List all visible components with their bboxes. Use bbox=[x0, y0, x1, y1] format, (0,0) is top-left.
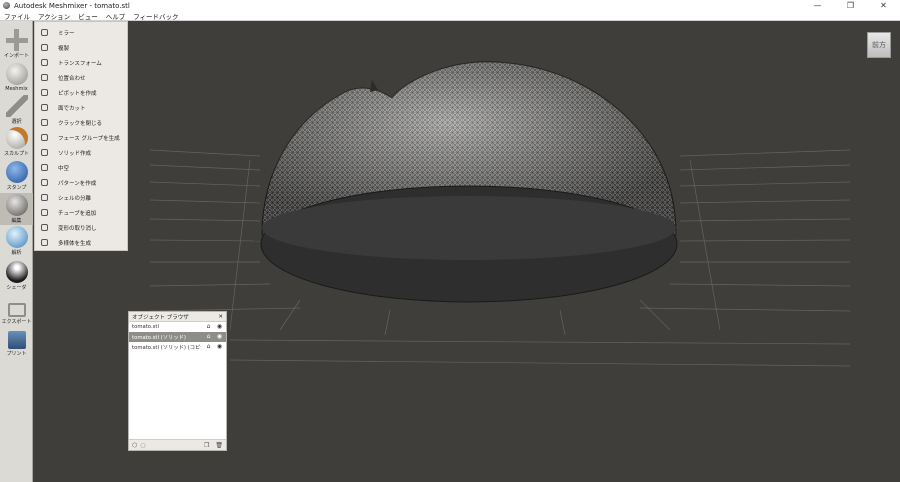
meshmix-label: Meshmix bbox=[5, 86, 28, 92]
menu-item-close-cracks[interactable]: クラックを閉じる bbox=[35, 115, 129, 130]
object-name: tomato.stl (ソリッド) bbox=[132, 335, 186, 341]
mirror-icon bbox=[41, 29, 48, 36]
object-row[interactable]: tomato.stl ⌂ ◉ bbox=[129, 322, 226, 332]
shader-sphere-icon bbox=[5, 261, 28, 283]
menu-actions[interactable]: アクション bbox=[34, 11, 74, 21]
analysis-sphere-icon bbox=[5, 226, 28, 248]
export-icon bbox=[7, 303, 26, 317]
add-tube-icon bbox=[41, 209, 48, 216]
eye-icon[interactable]: ◉ bbox=[216, 324, 223, 330]
menu-item-mirror[interactable]: ミラー bbox=[35, 25, 129, 40]
pivot-icon bbox=[41, 89, 48, 96]
menu-item-create-pivot[interactable]: ピボットを作成 bbox=[35, 85, 129, 100]
meshmixer-window: Autodesk Meshmixer - tomato.stl — ❐ ✕ ファ… bbox=[0, 0, 900, 482]
edit-label: 編集 bbox=[11, 218, 22, 224]
app-logo-icon bbox=[3, 2, 10, 9]
export-label: エクスポート bbox=[1, 319, 32, 325]
object-browser-footer: ⬡ ◌ ❐ 🗑 bbox=[129, 439, 226, 450]
close-cracks-icon bbox=[41, 119, 48, 126]
menu-item-make-pattern[interactable]: パターンを作成 bbox=[35, 175, 129, 190]
align-icon bbox=[41, 74, 48, 81]
hollow-icon bbox=[41, 164, 48, 171]
printer-icon bbox=[7, 331, 26, 349]
meshmix-sphere-icon bbox=[5, 63, 28, 85]
title-bar: Autodesk Meshmixer - tomato.stl — ❐ ✕ bbox=[0, 0, 900, 11]
object-browser-title: オブジェクト ブラウザ bbox=[132, 314, 189, 321]
maximize-button[interactable]: ❐ bbox=[834, 0, 867, 11]
print-label: プリント bbox=[6, 351, 27, 357]
select-tool[interactable]: 選択 bbox=[0, 95, 33, 125]
separate-shells-icon bbox=[41, 194, 48, 201]
print-tool[interactable]: プリント bbox=[0, 331, 33, 357]
menu-item-plane-cut[interactable]: 面でカット bbox=[35, 100, 129, 115]
object-browser-panel: オブジェクト ブラウザ ✕ tomato.stl ⌂ ◉ tomato.stl … bbox=[128, 311, 227, 451]
stamp-icon bbox=[5, 161, 28, 183]
menu-bar: ファイル アクション ビュー ヘルプ フィードバック bbox=[0, 11, 900, 21]
analysis-tool[interactable]: 解析 bbox=[0, 226, 33, 256]
select-label: 選択 bbox=[11, 119, 22, 125]
stamp-label: スタンプ bbox=[6, 185, 27, 191]
menu-feedback[interactable]: フィードバック bbox=[129, 11, 182, 21]
menu-item-hollow[interactable]: 中空 bbox=[35, 160, 129, 175]
menu-view[interactable]: ビュー bbox=[74, 11, 102, 21]
object-name: tomato.stl bbox=[132, 324, 159, 330]
left-toolbar: インポート Meshmix 選択 スカルプト スタンプ 編集 解析 シェーダ エ… bbox=[0, 21, 33, 482]
import-tool[interactable]: インポート bbox=[0, 29, 33, 59]
edit-tool[interactable]: 編集 bbox=[0, 193, 33, 225]
tomato-mesh[interactable] bbox=[260, 61, 678, 303]
export-tool[interactable]: エクスポート bbox=[0, 299, 33, 325]
menu-help[interactable]: ヘルプ bbox=[102, 11, 130, 21]
plane-cut-icon bbox=[41, 104, 48, 111]
pattern-icon bbox=[41, 179, 48, 186]
close-button[interactable]: ✕ bbox=[867, 0, 900, 11]
duplicate-icon bbox=[41, 44, 48, 51]
transform-icon bbox=[41, 59, 48, 66]
trash-icon[interactable]: 🗑 bbox=[215, 442, 223, 449]
brush-icon bbox=[5, 127, 28, 149]
minimize-button[interactable]: — bbox=[801, 0, 834, 11]
arrow-cursor-icon bbox=[5, 95, 28, 117]
import-label: インポート bbox=[3, 53, 29, 59]
refresh-icon[interactable]: ◌ bbox=[140, 442, 145, 449]
object-browser-header: オブジェクト ブラウザ ✕ bbox=[129, 312, 226, 322]
stamp-tool[interactable]: スタンプ bbox=[0, 161, 33, 191]
manifold-icon bbox=[41, 239, 48, 246]
make-solid-icon bbox=[41, 149, 48, 156]
menu-item-replace[interactable]: 変形の取り消し bbox=[35, 220, 129, 235]
lock-icon[interactable]: ⌂ bbox=[205, 344, 212, 350]
object-row[interactable]: tomato.stl (ソリッド) ⌂ ◉ bbox=[129, 332, 226, 342]
object-browser-close-button[interactable]: ✕ bbox=[218, 314, 223, 320]
eye-icon[interactable]: ◉ bbox=[216, 344, 223, 350]
edit-menu-panel: ミラー 複製 トランスフォーム 位置合わせ ピボットを作成 面でカット クラック… bbox=[34, 21, 128, 251]
view-cube[interactable]: 前方 bbox=[867, 32, 891, 58]
edit-sphere-icon bbox=[5, 194, 28, 216]
analysis-label: 解析 bbox=[11, 250, 22, 256]
plus-icon bbox=[5, 29, 28, 51]
3d-viewport[interactable] bbox=[128, 21, 900, 482]
menu-item-add-tube[interactable]: チューブを追加 bbox=[35, 205, 129, 220]
meshmix-tool[interactable]: Meshmix bbox=[0, 63, 33, 92]
menu-item-generate-manifold[interactable]: 多様体を生成 bbox=[35, 235, 129, 250]
eye-icon[interactable]: ◉ bbox=[216, 334, 223, 340]
menu-file[interactable]: ファイル bbox=[0, 11, 34, 21]
window-title: Autodesk Meshmixer - tomato.stl bbox=[14, 1, 130, 10]
menu-item-transform[interactable]: トランスフォーム bbox=[35, 55, 129, 70]
menu-item-separate-shells[interactable]: シェルの分離 bbox=[35, 190, 129, 205]
shaders-tool[interactable]: シェーダ bbox=[0, 261, 33, 291]
menu-item-duplicate[interactable]: 複製 bbox=[35, 40, 129, 55]
object-row[interactable]: tomato.stl (ソリッド) (コピー) ⌂ ◉ bbox=[129, 342, 226, 352]
menu-item-align[interactable]: 位置合わせ bbox=[35, 70, 129, 85]
lock-icon[interactable]: ⌂ bbox=[205, 324, 212, 330]
replace-icon bbox=[41, 224, 48, 231]
menu-item-face-groups[interactable]: フェース グループを生成 bbox=[35, 130, 129, 145]
sculpt-tool[interactable]: スカルプト bbox=[0, 127, 33, 157]
sculpt-label: スカルプト bbox=[3, 151, 29, 157]
shaders-label: シェーダ bbox=[6, 285, 27, 291]
lock-icon[interactable]: ⌂ bbox=[205, 334, 212, 340]
object-name: tomato.stl (ソリッド) (コピー) bbox=[132, 345, 201, 351]
menu-item-make-solid[interactable]: ソリッド作成 bbox=[35, 145, 129, 160]
face-groups-icon bbox=[41, 134, 48, 141]
duplicate-object-icon[interactable]: ❐ bbox=[204, 442, 209, 449]
cube-icon[interactable]: ⬡ bbox=[132, 442, 137, 449]
